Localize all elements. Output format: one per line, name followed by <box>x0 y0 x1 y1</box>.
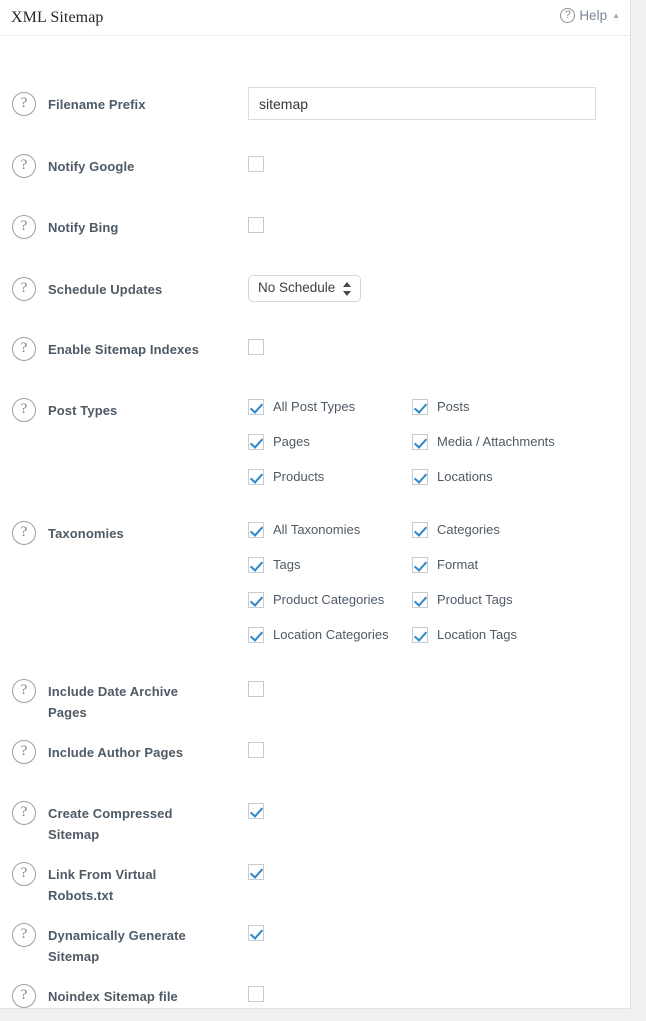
control-schedule-updates: No Schedule <box>248 275 361 307</box>
setting-label-notify-google: Notify Google <box>48 156 238 177</box>
link-from-virtual-robots-txt-checkbox[interactable] <box>248 864 264 880</box>
checkbox[interactable] <box>248 469 264 485</box>
checkbox[interactable] <box>248 592 264 608</box>
control-enable-sitemap-indexes <box>248 339 264 357</box>
help-icon-taxonomies[interactable]: ? <box>12 521 36 545</box>
checkbox[interactable] <box>248 399 264 415</box>
control-notify-bing <box>248 217 264 235</box>
checkbox-item[interactable]: Product Categories <box>248 592 384 608</box>
checkbox-label: Media / Attachments <box>437 434 555 450</box>
checkbox[interactable] <box>248 557 264 573</box>
help-label: Help <box>579 8 607 23</box>
setting-label-noindex-sitemap-file: Noindex Sitemap file <box>48 986 238 1007</box>
help-icon-notify-google[interactable]: ? <box>12 154 36 178</box>
help-icon-create-compressed-sitemap[interactable]: ? <box>12 801 36 825</box>
checkbox-label: Products <box>273 469 324 485</box>
setting-label-taxonomies: Taxonomies <box>48 523 238 544</box>
help-icon-notify-bing[interactable]: ? <box>12 215 36 239</box>
setting-label-include-author-pages: Include Author Pages <box>48 742 238 763</box>
checkbox-label: Product Categories <box>273 592 384 608</box>
checkbox-item[interactable]: Categories <box>412 522 500 538</box>
control-link-from-virtual-robots-txt <box>248 864 264 882</box>
select-updown-arrows-icon <box>343 281 352 298</box>
checkbox-item[interactable]: Products <box>248 469 324 485</box>
checkbox-label: All Taxonomies <box>273 522 360 538</box>
create-compressed-sitemap-checkbox[interactable] <box>248 803 264 819</box>
checkbox[interactable] <box>412 399 428 415</box>
checkbox-item[interactable]: Product Tags <box>412 592 513 608</box>
help-icon-link-from-virtual-robots-txt[interactable]: ? <box>12 862 36 886</box>
noindex-sitemap-file-checkbox[interactable] <box>248 986 264 1002</box>
control-dynamically-generate-sitemap <box>248 925 264 943</box>
checkbox-label: Tags <box>273 557 300 573</box>
include-date-archive-pages-checkbox[interactable] <box>248 681 264 697</box>
enable-sitemap-indexes-checkbox[interactable] <box>248 339 264 355</box>
setting-label-dynamically-generate-sitemap: Dynamically Generate Sitemap <box>48 925 198 967</box>
checkbox[interactable] <box>412 557 428 573</box>
checkbox-label: Locations <box>437 469 493 485</box>
notify-bing-checkbox[interactable] <box>248 217 264 233</box>
checkbox-item[interactable]: Posts <box>412 399 470 415</box>
setting-label-post-types: Post Types <box>48 400 238 421</box>
setting-label-enable-sitemap-indexes: Enable Sitemap Indexes <box>48 339 238 360</box>
dynamically-generate-sitemap-checkbox[interactable] <box>248 925 264 941</box>
filename-prefix-input[interactable] <box>248 87 596 120</box>
setting-label-include-date-archive-pages: Include Date Archive Pages <box>48 681 198 723</box>
help-icon-filename-prefix[interactable]: ? <box>12 92 36 116</box>
setting-label-filename-prefix: Filename Prefix <box>48 94 238 115</box>
checkbox[interactable] <box>248 522 264 538</box>
checkbox-label: Pages <box>273 434 310 450</box>
control-create-compressed-sitemap <box>248 803 264 821</box>
checkbox-item[interactable]: Locations <box>412 469 493 485</box>
help-icon-enable-sitemap-indexes[interactable]: ? <box>12 337 36 361</box>
checkbox-item[interactable]: All Taxonomies <box>248 522 360 538</box>
schedule-updates-select-value: No Schedule <box>258 280 335 295</box>
page-title: XML Sitemap <box>11 9 104 27</box>
xml-sitemap-panel: XML Sitemap ? Help ▲ ? Filename Prefix? No… <box>0 0 631 1009</box>
chevron-up-icon: ▲ <box>612 9 620 23</box>
checkbox-item[interactable]: Pages <box>248 434 310 450</box>
control-include-author-pages <box>248 742 264 760</box>
checkbox-label: Format <box>437 557 478 573</box>
checkbox[interactable] <box>248 627 264 643</box>
checkbox-label: Posts <box>437 399 470 415</box>
checkbox-item[interactable]: Format <box>412 557 478 573</box>
checkbox[interactable] <box>412 627 428 643</box>
checkbox-label: All Post Types <box>273 399 355 415</box>
help-icon-include-author-pages[interactable]: ? <box>12 740 36 764</box>
setting-label-notify-bing: Notify Bing <box>48 217 238 238</box>
checkbox-label: Location Tags <box>437 627 517 643</box>
checkbox[interactable] <box>248 434 264 450</box>
question-mark-circle-icon: ? <box>560 8 575 23</box>
checkbox-item[interactable]: Location Categories <box>248 627 389 643</box>
checkbox-item[interactable]: All Post Types <box>248 399 355 415</box>
checkbox[interactable] <box>412 434 428 450</box>
control-noindex-sitemap-file <box>248 986 264 1004</box>
help-icon-post-types[interactable]: ? <box>12 398 36 422</box>
checkbox[interactable] <box>412 592 428 608</box>
checkbox-item[interactable]: Tags <box>248 557 300 573</box>
help-icon-dynamically-generate-sitemap[interactable]: ? <box>12 923 36 947</box>
control-filename-prefix <box>248 87 596 120</box>
checkbox-label: Product Tags <box>437 592 513 608</box>
checkbox[interactable] <box>412 469 428 485</box>
include-author-pages-checkbox[interactable] <box>248 742 264 758</box>
help-toggle[interactable]: ? Help ▲ <box>560 8 620 23</box>
checkbox-label: Categories <box>437 522 500 538</box>
checkbox-item[interactable]: Location Tags <box>412 627 517 643</box>
setting-label-schedule-updates: Schedule Updates <box>48 279 238 300</box>
help-icon-include-date-archive-pages[interactable]: ? <box>12 679 36 703</box>
checkbox-label: Location Categories <box>273 627 389 643</box>
help-icon-noindex-sitemap-file[interactable]: ? <box>12 984 36 1008</box>
control-include-date-archive-pages <box>248 681 264 699</box>
schedule-updates-select[interactable]: No Schedule <box>248 275 361 302</box>
checkbox-item[interactable]: Media / Attachments <box>412 434 555 450</box>
checkbox[interactable] <box>412 522 428 538</box>
setting-label-link-from-virtual-robots-txt: Link From Virtual Robots.txt <box>48 864 178 906</box>
control-notify-google <box>248 156 264 174</box>
notify-google-checkbox[interactable] <box>248 156 264 172</box>
panel-header: XML Sitemap ? Help ▲ <box>0 0 630 36</box>
help-icon-schedule-updates[interactable]: ? <box>12 277 36 301</box>
setting-label-create-compressed-sitemap: Create Compressed Sitemap <box>48 803 188 845</box>
